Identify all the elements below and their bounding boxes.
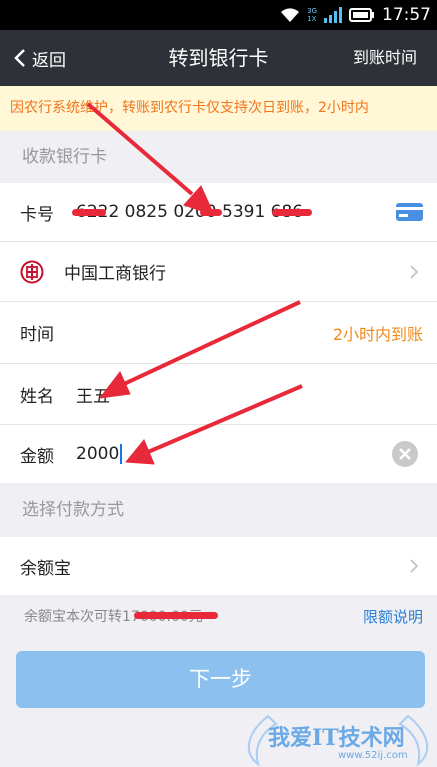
bank-select-row[interactable]: 中国工商银行 <box>0 242 437 301</box>
name-label: 姓名 <box>20 386 54 407</box>
payment-method-name: 余额宝 <box>20 558 71 579</box>
payment-method-header: 选择付款方式 <box>22 500 124 520</box>
status-bar: 3G 1X 17:57 <box>0 0 437 30</box>
clear-input-icon[interactable] <box>391 440 419 468</box>
wifi-icon <box>281 8 300 22</box>
watermark-text: 我爱IT技术网 <box>268 725 405 751</box>
arrival-time-row: 时间 2小时内到账 <box>0 302 437 363</box>
chevron-right-icon <box>410 559 419 573</box>
maintenance-notice: 因农行系统维护，转账到农行卡仅支持次日到账，2小时内 <box>0 86 437 131</box>
site-watermark: 我爱IT技术网 www.52ij.com <box>228 712 437 767</box>
watermark-url: www.52ij.com <box>338 750 408 761</box>
payee-name-row[interactable]: 姓名 王五 <box>0 364 437 424</box>
card-number-redaction-start <box>72 209 106 216</box>
chevron-right-icon <box>410 264 419 279</box>
balance-hint-row: 余额宝本次可转17000.00元 限额说明 <box>0 596 437 636</box>
status-icons: 3G 1X 17:57 <box>280 0 431 30</box>
card-scan-icon[interactable] <box>395 201 425 223</box>
bank-name: 中国工商银行 <box>64 264 166 284</box>
card-number-redaction-mid <box>200 209 222 216</box>
next-step-button[interactable]: 下一步 <box>16 651 425 708</box>
receiving-card-header: 收款银行卡 <box>22 147 107 167</box>
battery-icon <box>349 8 374 22</box>
card-number-label: 卡号 <box>20 204 54 225</box>
amount-row[interactable]: 金额 2000 <box>0 425 437 483</box>
signal-bars-icon <box>324 7 342 23</box>
nav-bar: 返回 转到银行卡 到账时间 <box>0 30 437 86</box>
amount-field[interactable]: 2000 <box>76 444 119 464</box>
arrival-time-button[interactable]: 到账时间 <box>353 30 417 86</box>
network-type-label: 3G 1X <box>307 7 317 23</box>
time-label: 时间 <box>20 325 54 345</box>
arrival-time-value: 2小时内到账 <box>332 324 423 344</box>
card-number-redaction-end <box>272 209 312 216</box>
card-number-field[interactable]: 6222 0825 0200 5391 686 <box>76 202 303 222</box>
balance-redaction <box>134 612 218 619</box>
amount-label: 金额 <box>20 446 54 467</box>
limit-info-link[interactable]: 限额说明 <box>363 606 423 627</box>
payee-name-field[interactable]: 王五 <box>76 382 110 407</box>
text-cursor <box>120 444 123 464</box>
status-time: 17:57 <box>382 5 431 25</box>
payment-method-row[interactable]: 余额宝 <box>0 537 437 595</box>
icbc-logo-icon <box>20 260 44 283</box>
